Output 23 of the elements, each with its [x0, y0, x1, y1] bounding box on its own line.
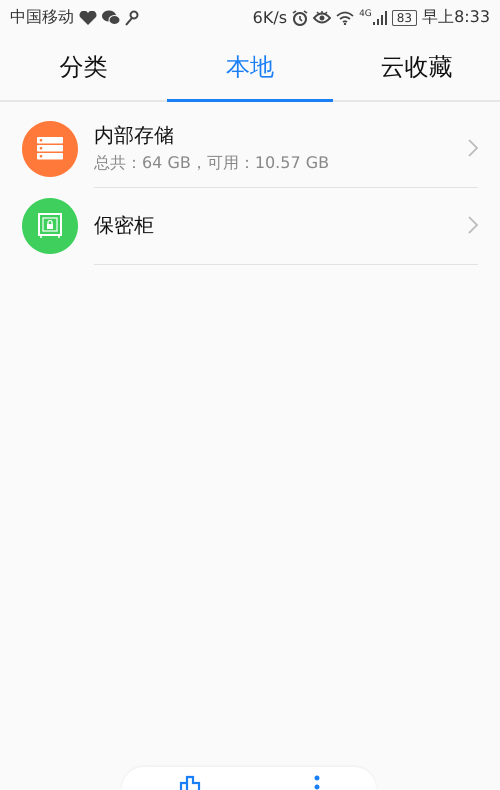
chevron-icon[interactable] — [468, 139, 478, 157]
battery-level: 83 — [392, 10, 418, 26]
chevron-icon[interactable] — [468, 216, 478, 234]
wifi-icon — [336, 10, 354, 24]
item-title[interactable]: 内部存储 — [94, 122, 468, 149]
tab[interactable]: 本地 — [166, 35, 334, 102]
tab[interactable]: 分类 — [0, 35, 167, 102]
alarm-icon — [292, 10, 308, 26]
heart-icon — [79, 10, 97, 24]
signal-icon — [372, 10, 387, 24]
more-icon[interactable] — [314, 775, 320, 790]
item-subtitle: 总共：64 GB，可用：10.57 GB — [94, 153, 330, 174]
chat-icon — [102, 10, 120, 25]
clock-time: 早上8:33 — [422, 7, 490, 28]
key-icon — [125, 10, 139, 26]
item-title[interactable]: 保密柜 — [94, 212, 468, 238]
server-icon — [37, 136, 63, 160]
carrier-name: 中国移动 — [10, 7, 74, 28]
network-type: 4G — [359, 9, 372, 19]
network-speed: 6K/s — [252, 8, 288, 27]
safe-lock-icon — [38, 212, 62, 238]
eye-icon — [313, 10, 332, 24]
tab[interactable]: 云收藏 — [333, 35, 500, 102]
